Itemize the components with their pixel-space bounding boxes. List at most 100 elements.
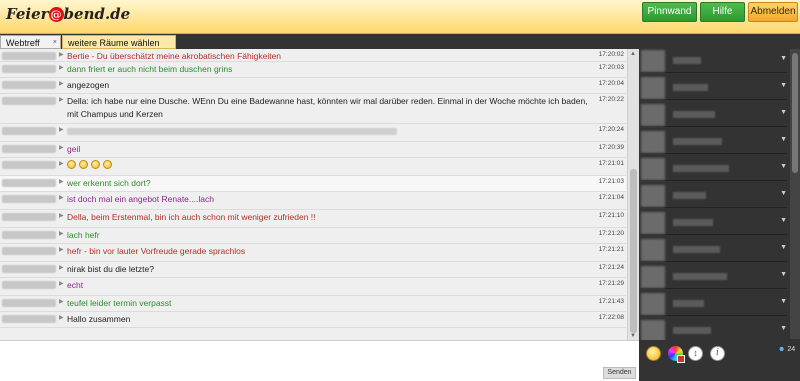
chat-nickname[interactable]: [2, 299, 56, 307]
chevron-down-icon[interactable]: ▼: [780, 217, 787, 224]
info-icon[interactable]: i: [710, 346, 725, 361]
chat-nickname[interactable]: [2, 161, 56, 169]
chevron-down-icon[interactable]: ▼: [780, 136, 787, 143]
send-button[interactable]: Senden: [603, 367, 636, 379]
user-list-item[interactable]: ▼: [641, 49, 787, 73]
chevron-down-icon[interactable]: ▼: [780, 82, 787, 89]
chevron-down-icon[interactable]: ▼: [780, 325, 787, 332]
scroll-down-icon[interactable]: ▼: [630, 333, 636, 339]
chat-nickname[interactable]: [2, 281, 56, 289]
message-arrow-icon: ▶: [59, 65, 64, 71]
chat-message-text: wer erkennt sich dort?: [67, 178, 151, 188]
user-avatar[interactable]: [641, 266, 665, 288]
chat-message-text: [67, 125, 597, 138]
user-avatar[interactable]: [641, 50, 665, 72]
chat-message-row: ▶ geil 17:20:39: [0, 142, 626, 158]
user-name[interactable]: [673, 84, 708, 91]
chevron-down-icon[interactable]: ▼: [780, 163, 787, 170]
user-list-item[interactable]: ▼: [641, 103, 787, 127]
message-timestamp: 17:20:03: [598, 64, 624, 71]
chat-nickname[interactable]: [2, 179, 56, 187]
user-list-item[interactable]: ▼: [641, 184, 787, 208]
user-avatar[interactable]: [641, 131, 665, 153]
user-count: ☻ 24: [778, 346, 795, 353]
abmelden-button[interactable]: Abmelden: [748, 2, 798, 22]
chevron-down-icon[interactable]: ▼: [780, 244, 787, 251]
chat-nickname[interactable]: [2, 65, 56, 73]
message-timestamp: 17:21:29: [598, 280, 624, 287]
user-list-scroll-thumb[interactable]: [792, 53, 798, 173]
message-timestamp: 17:20:02: [598, 51, 624, 58]
message-timestamp: 17:21:21: [598, 246, 624, 253]
chat-message-row: ▶ dann friert er auch nicht beim duschen …: [0, 62, 626, 78]
chat-scrollbar[interactable]: ▲ ▼: [627, 49, 639, 340]
chat-nickname[interactable]: [2, 315, 56, 323]
user-avatar[interactable]: [641, 212, 665, 234]
user-name[interactable]: [673, 57, 701, 64]
people-icon: ☻: [778, 346, 786, 353]
user-list-item[interactable]: ▼: [641, 265, 787, 289]
message-input[interactable]: [0, 340, 639, 381]
chevron-down-icon[interactable]: ▼: [780, 271, 787, 278]
tab-more-rooms[interactable]: weitere Räume wählen: [62, 35, 176, 49]
user-name[interactable]: [673, 111, 715, 118]
user-avatar[interactable]: [641, 185, 665, 207]
chat-nickname[interactable]: [2, 195, 56, 203]
hilfe-button[interactable]: Hilfe: [700, 2, 745, 22]
user-list-item[interactable]: ▼: [641, 238, 787, 262]
chat-message-text: geil: [67, 144, 81, 154]
user-name[interactable]: [673, 246, 720, 253]
close-tab-icon[interactable]: ×: [53, 36, 57, 50]
tab-webtreff-label: Webtreff: [6, 38, 40, 48]
chevron-down-icon[interactable]: ▼: [780, 109, 787, 116]
user-list-item[interactable]: ▼: [641, 292, 787, 316]
message-timestamp: 17:20:24: [598, 126, 624, 133]
user-name[interactable]: [673, 300, 704, 307]
chat-nickname[interactable]: [2, 97, 56, 105]
user-avatar[interactable]: [641, 158, 665, 180]
chat-nickname[interactable]: [2, 213, 56, 221]
user-name[interactable]: [673, 273, 727, 280]
chat-nickname[interactable]: [2, 81, 56, 89]
message-arrow-icon: ▶: [59, 161, 64, 167]
chat-nickname[interactable]: [2, 127, 56, 135]
user-name[interactable]: [673, 192, 706, 199]
chevron-down-icon[interactable]: ▼: [780, 55, 787, 62]
chat-message-text: Della: ich habe nur eine Dusche. WEnn Du…: [67, 96, 588, 119]
chat-nickname[interactable]: [2, 231, 56, 239]
user-list-item[interactable]: ▼: [641, 211, 787, 235]
site-logo[interactable]: Feier @ bend.de: [6, 5, 130, 23]
tab-webtreff[interactable]: Webtreff ×: [0, 35, 61, 49]
user-avatar[interactable]: [641, 77, 665, 99]
user-avatar[interactable]: [641, 104, 665, 126]
user-list-item[interactable]: ▼: [641, 76, 787, 100]
user-name[interactable]: [673, 165, 729, 172]
blurred-link[interactable]: [67, 128, 397, 136]
chevron-down-icon[interactable]: ▼: [780, 298, 787, 305]
chevron-down-icon[interactable]: ▼: [780, 190, 787, 197]
chat-nickname[interactable]: [2, 52, 56, 60]
scroll-up-icon[interactable]: ▲: [630, 51, 636, 57]
user-list-scrollbar[interactable]: [790, 49, 800, 339]
chat-nickname[interactable]: [2, 247, 56, 255]
user-name[interactable]: [673, 327, 711, 334]
font-size-icon[interactable]: ↕: [688, 346, 703, 361]
user-avatar[interactable]: [641, 293, 665, 315]
scroll-thumb[interactable]: [630, 169, 637, 333]
user-avatar[interactable]: [641, 320, 665, 342]
chat-nickname[interactable]: [2, 265, 56, 273]
user-list-item[interactable]: ▼: [641, 130, 787, 154]
chat-nickname[interactable]: [2, 145, 56, 153]
color-picker-icon[interactable]: [668, 346, 685, 363]
message-timestamp: 17:21:01: [598, 160, 624, 167]
smiley-icon[interactable]: [646, 346, 661, 361]
chat-message-text: nirak bist du die letzte?: [67, 264, 154, 274]
pinnwand-button[interactable]: Pinnwand: [642, 2, 697, 22]
user-name[interactable]: [673, 219, 713, 226]
user-avatar[interactable]: [641, 239, 665, 261]
user-list-item[interactable]: ▼: [641, 157, 787, 181]
user-name[interactable]: [673, 138, 722, 145]
message-arrow-icon: ▶: [59, 97, 64, 103]
message-arrow-icon: ▶: [59, 179, 64, 185]
message-timestamp: 17:21:24: [598, 264, 624, 271]
